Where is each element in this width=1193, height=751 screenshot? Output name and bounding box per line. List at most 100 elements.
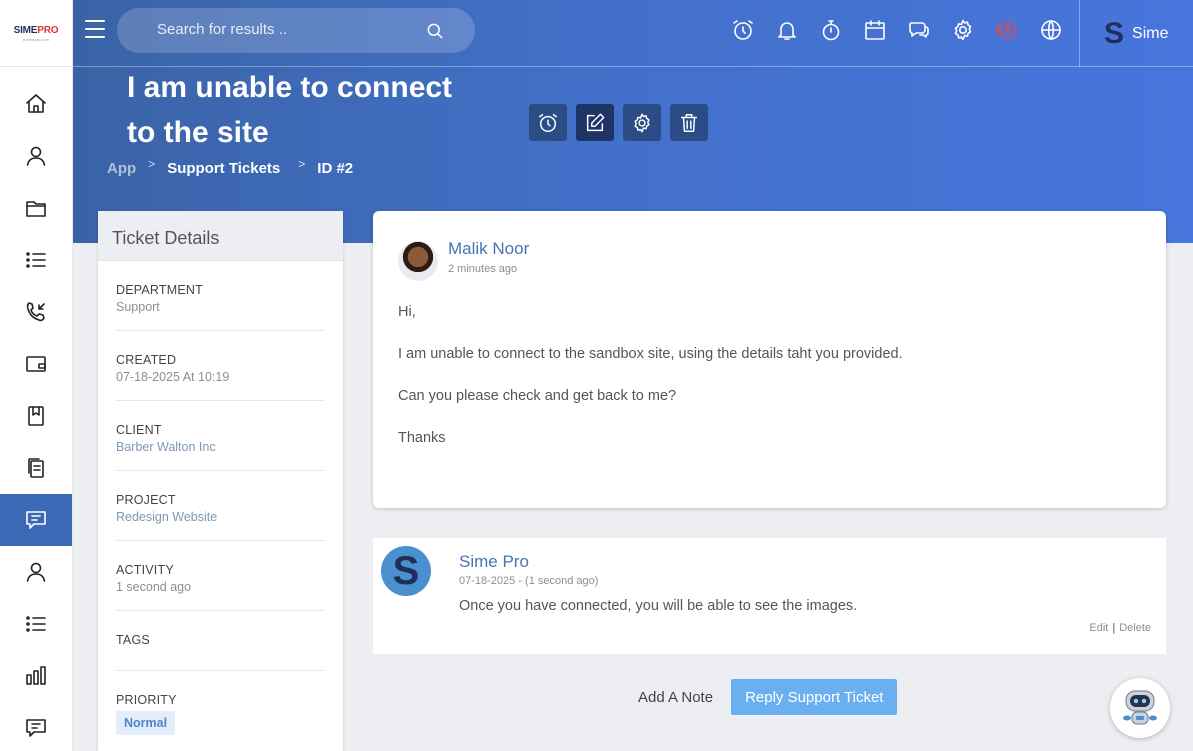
client-link[interactable]: Barber Walton Inc bbox=[116, 440, 325, 454]
message-line: Can you please check and get back to me? bbox=[398, 388, 677, 404]
chat-assistant-button[interactable] bbox=[1110, 678, 1170, 738]
reminder-ticket-button[interactable] bbox=[529, 104, 567, 141]
field-priority: PRIORITY Normal bbox=[116, 671, 325, 751]
sidebar-item-tasks[interactable] bbox=[0, 234, 72, 286]
message-author: Malik Noor bbox=[448, 239, 530, 258]
menu-toggle-button[interactable] bbox=[85, 20, 105, 38]
user-menu[interactable]: S Sime bbox=[1079, 0, 1193, 67]
stopwatch-icon bbox=[822, 20, 840, 41]
field-department: DEPARTMENT Support bbox=[116, 261, 325, 331]
breadcrumb: App > Support Tickets > ID #2 bbox=[107, 156, 354, 178]
ticket-note: S Sime Pro 07-18-2025 - (1 second ago) O… bbox=[373, 538, 1166, 654]
edit-icon bbox=[586, 113, 605, 131]
sidebar-item-finance[interactable] bbox=[0, 338, 72, 390]
robot-icon bbox=[1123, 690, 1157, 725]
sidebar-item-knowledgebase[interactable] bbox=[0, 390, 72, 442]
top-icons bbox=[721, 16, 1073, 44]
delete-ticket-button[interactable] bbox=[670, 104, 708, 141]
field-value: 1 second ago bbox=[116, 580, 192, 594]
breadcrumb-app[interactable]: App bbox=[107, 160, 136, 177]
list-icon bbox=[26, 616, 46, 632]
language-button[interactable] bbox=[1029, 16, 1073, 44]
bell-icon bbox=[778, 22, 796, 40]
breadcrumb-ticket-id: ID #2 bbox=[317, 160, 354, 177]
top-bar: S Sime bbox=[73, 0, 1193, 67]
sidebar-item-messages[interactable] bbox=[0, 702, 72, 751]
field-label: TAGS bbox=[116, 633, 150, 647]
ticket-details-panel: Ticket Details DEPARTMENT Support CREATE… bbox=[98, 211, 343, 751]
reply-ticket-button[interactable]: Reply Support Ticket bbox=[731, 679, 898, 715]
sidebar-item-support-tickets[interactable] bbox=[0, 494, 72, 546]
ticket-settings-button[interactable] bbox=[623, 104, 661, 141]
sidebar-item-reports[interactable] bbox=[0, 650, 72, 702]
field-label: PROJECT bbox=[116, 493, 176, 507]
note-text: Once you have connected, you will be abl… bbox=[459, 598, 858, 614]
field-project: PROJECT Redesign Website bbox=[116, 471, 325, 541]
list-icon bbox=[26, 252, 46, 268]
notifications-button[interactable] bbox=[765, 16, 809, 44]
note-time: 07-18-2025 - (1 second ago) bbox=[459, 575, 599, 587]
ticket-message: Malik Noor 2 minutes ago Hi, I am unable… bbox=[373, 211, 1166, 508]
breadcrumb-support-tickets[interactable]: Support Tickets bbox=[167, 160, 280, 177]
message-line: Thanks bbox=[398, 430, 446, 446]
sidebar-item-calls[interactable] bbox=[0, 286, 72, 338]
page-title: I am unable to connect to the site bbox=[127, 71, 453, 149]
field-value: 07-18-2025 At 10:19 bbox=[116, 370, 230, 384]
breadcrumb-separator: > bbox=[148, 156, 156, 171]
field-label: PRIORITY bbox=[116, 693, 177, 707]
chat-icon bbox=[26, 719, 46, 737]
wallet-icon bbox=[26, 356, 46, 372]
delete-note-link[interactable]: Delete bbox=[1119, 622, 1151, 634]
edit-ticket-button[interactable] bbox=[576, 104, 614, 141]
book-icon bbox=[28, 406, 44, 426]
user-icon bbox=[26, 146, 46, 166]
home-icon bbox=[26, 94, 46, 113]
ticket-actions: Add A Note Reply Support Ticket bbox=[628, 679, 898, 715]
search-icon[interactable] bbox=[425, 21, 445, 41]
sidebar-nav bbox=[0, 67, 72, 751]
field-tags[interactable]: TAGS bbox=[116, 611, 325, 671]
phone-incoming-icon bbox=[26, 302, 45, 322]
calendar-button[interactable] bbox=[853, 16, 897, 44]
logo[interactable]: SIMEPRO a simepro.com bbox=[0, 0, 72, 67]
messages-button[interactable] bbox=[897, 16, 941, 44]
sidebar-item-projects[interactable] bbox=[0, 182, 72, 234]
search-box bbox=[117, 8, 475, 53]
folder-icon bbox=[26, 201, 46, 217]
plus-circle-icon bbox=[996, 21, 1017, 39]
alarm-clock-icon bbox=[539, 113, 557, 132]
sidebar: SIMEPRO a simepro.com bbox=[0, 0, 73, 751]
sidebar-item-home[interactable] bbox=[0, 78, 72, 130]
note-actions: Edit | Delete bbox=[1089, 622, 1151, 634]
reminder-button[interactable] bbox=[721, 16, 765, 44]
sidebar-item-lists[interactable] bbox=[0, 598, 72, 650]
add-new-button[interactable] bbox=[985, 16, 1029, 44]
user-avatar: S bbox=[1104, 16, 1125, 50]
chat-icon bbox=[26, 511, 46, 529]
add-note-button[interactable]: Add A Note bbox=[628, 679, 724, 715]
priority-badge[interactable]: Normal bbox=[116, 711, 176, 735]
files-icon bbox=[28, 458, 44, 478]
title-actions bbox=[529, 104, 708, 141]
trash-icon bbox=[680, 113, 698, 132]
timer-button[interactable] bbox=[809, 16, 853, 44]
message-time: 2 minutes ago bbox=[448, 263, 518, 275]
breadcrumb-separator: > bbox=[298, 156, 306, 171]
search-input[interactable] bbox=[157, 21, 417, 38]
field-client: CLIENT Barber Walton Inc bbox=[116, 401, 325, 471]
project-link[interactable]: Redesign Website bbox=[116, 510, 325, 524]
sidebar-item-clients[interactable] bbox=[0, 130, 72, 182]
field-label: DEPARTMENT bbox=[116, 283, 203, 297]
sidebar-item-team[interactable] bbox=[0, 546, 72, 598]
field-label: ACTIVITY bbox=[116, 563, 174, 577]
sidebar-item-files[interactable] bbox=[0, 442, 72, 494]
calendar-icon bbox=[865, 20, 885, 40]
logo-subtitle: a simepro.com bbox=[22, 36, 50, 42]
message-body: Hi, I am unable to connect to the sandbo… bbox=[398, 303, 903, 471]
message-line: Hi, bbox=[398, 304, 416, 320]
note-author: Sime Pro bbox=[459, 552, 529, 571]
gear-icon bbox=[634, 113, 650, 132]
settings-button[interactable] bbox=[941, 16, 985, 44]
edit-note-link[interactable]: Edit bbox=[1089, 622, 1108, 634]
logo-text-accent: PRO bbox=[37, 24, 59, 36]
